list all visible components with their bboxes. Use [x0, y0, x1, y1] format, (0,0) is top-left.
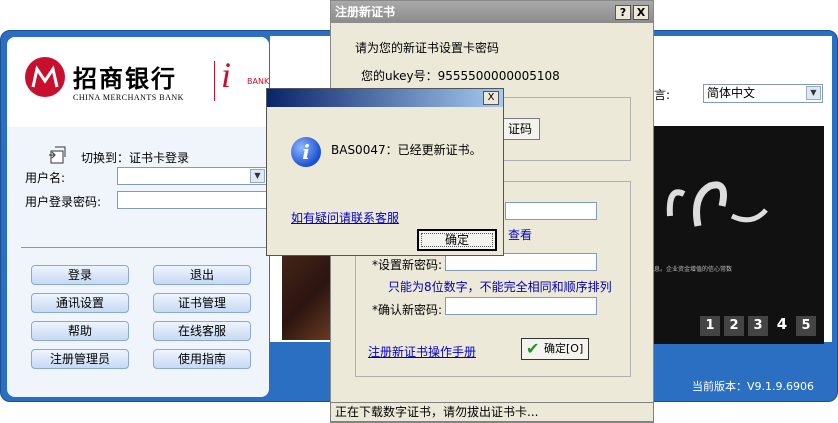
status-bar: 正在下载数字证书，请勿拔出证书卡... — [330, 402, 654, 422]
ibank-logo: i — [221, 55, 232, 95]
set-password-prompt: 请为您的新证书设置卡密码 — [355, 41, 500, 55]
message-text: BAS0047：已经更新证书。 — [331, 143, 482, 157]
bank-name-cn: 招商银行 — [73, 64, 177, 93]
confirm-button[interactable]: ✔ 确定[O] — [521, 338, 589, 360]
dialog-title: 注册新证书 — [335, 5, 396, 19]
banner-slogan: 息。企业资金增值的信心常数 — [654, 266, 733, 273]
version-label: 当前版本：V9.1.9.6906 — [692, 380, 815, 393]
cmb-logo-icon — [25, 57, 65, 97]
page-1[interactable]: 1 — [700, 316, 720, 336]
contact-support-link[interactable]: 如有疑问请联系客服 — [291, 209, 399, 226]
help-title-button[interactable]: ? — [615, 5, 631, 20]
username-label: 用户名: — [25, 171, 66, 185]
language-select[interactable]: 简体中文 ▼ — [703, 84, 823, 103]
message-titlebar: X — [267, 89, 503, 107]
page-4[interactable]: 4 — [772, 314, 792, 334]
page-3[interactable]: 3 — [748, 316, 768, 336]
user-guide-button[interactable]: 使用指南 — [153, 349, 251, 369]
ibank-logo-text: BANK — [247, 77, 270, 86]
chevron-down-icon[interactable]: ▼ — [806, 86, 821, 100]
language-label: 言: — [654, 88, 671, 102]
password-input[interactable] — [117, 191, 267, 209]
dialog-titlebar: 注册新证书 ? X — [331, 1, 653, 23]
brand-header: 招商银行 CHINA MERCHANTS BANK i BANK — [7, 37, 269, 127]
confirm-button-label: 确定[O] — [544, 342, 584, 355]
switch-icon[interactable] — [47, 145, 69, 165]
banner-pager: 12345 — [700, 314, 820, 336]
manual-link[interactable]: 注册新证书操作手册 — [368, 343, 476, 360]
comm-settings-button[interactable]: 通讯设置 — [31, 293, 129, 313]
view-link[interactable]: 查看 — [508, 226, 532, 243]
username-select[interactable]: ▼ — [117, 167, 267, 185]
login-button[interactable]: 登录 — [31, 265, 129, 285]
password-label: 用户登录密码: — [25, 195, 102, 209]
new-password-label: *设置新密码: — [372, 258, 443, 272]
brush-stroke-graphic — [666, 181, 768, 227]
ok-button[interactable]: 确定 — [417, 229, 497, 251]
cert-manage-button[interactable]: 证书管理 — [153, 293, 251, 313]
switch-login-mode-link[interactable]: 切换到：证书卡登录 — [81, 149, 189, 166]
code-input[interactable] — [505, 202, 597, 220]
close-button[interactable]: X — [633, 5, 649, 20]
ukey-number: 您的ukey号：9555500000005108 — [361, 69, 560, 83]
help-button[interactable]: 帮助 — [31, 321, 129, 341]
online-service-button[interactable]: 在线客服 — [153, 321, 251, 341]
password-hint: 只能为8位数字，不能完全相同和顺序排列 — [388, 280, 612, 294]
logo-divider — [214, 61, 215, 101]
register-admin-button[interactable]: 注册管理员 — [31, 349, 129, 369]
exit-button[interactable]: 退出 — [153, 265, 251, 285]
page-5[interactable]: 5 — [796, 316, 816, 336]
chevron-down-icon[interactable]: ▼ — [250, 169, 265, 183]
info-icon: i — [291, 137, 321, 167]
verify-code-button[interactable]: 证码 — [500, 118, 540, 140]
confirm-password-label: *确认新密码: — [372, 303, 443, 317]
close-button[interactable]: X — [483, 91, 499, 105]
confirm-password-input[interactable] — [445, 297, 597, 315]
bank-name-en: CHINA MERCHANTS BANK — [73, 93, 184, 102]
login-panel: 招商银行 CHINA MERCHANTS BANK i BANK 切换到：证书卡… — [7, 37, 269, 397]
message-box: X i BAS0047：已经更新证书。 如有疑问请联系客服 确定 — [266, 88, 504, 256]
language-value: 简体中文 — [707, 86, 756, 100]
divider — [21, 247, 269, 248]
checkmark-icon: ✔ — [526, 339, 540, 358]
page-2[interactable]: 2 — [724, 316, 744, 336]
